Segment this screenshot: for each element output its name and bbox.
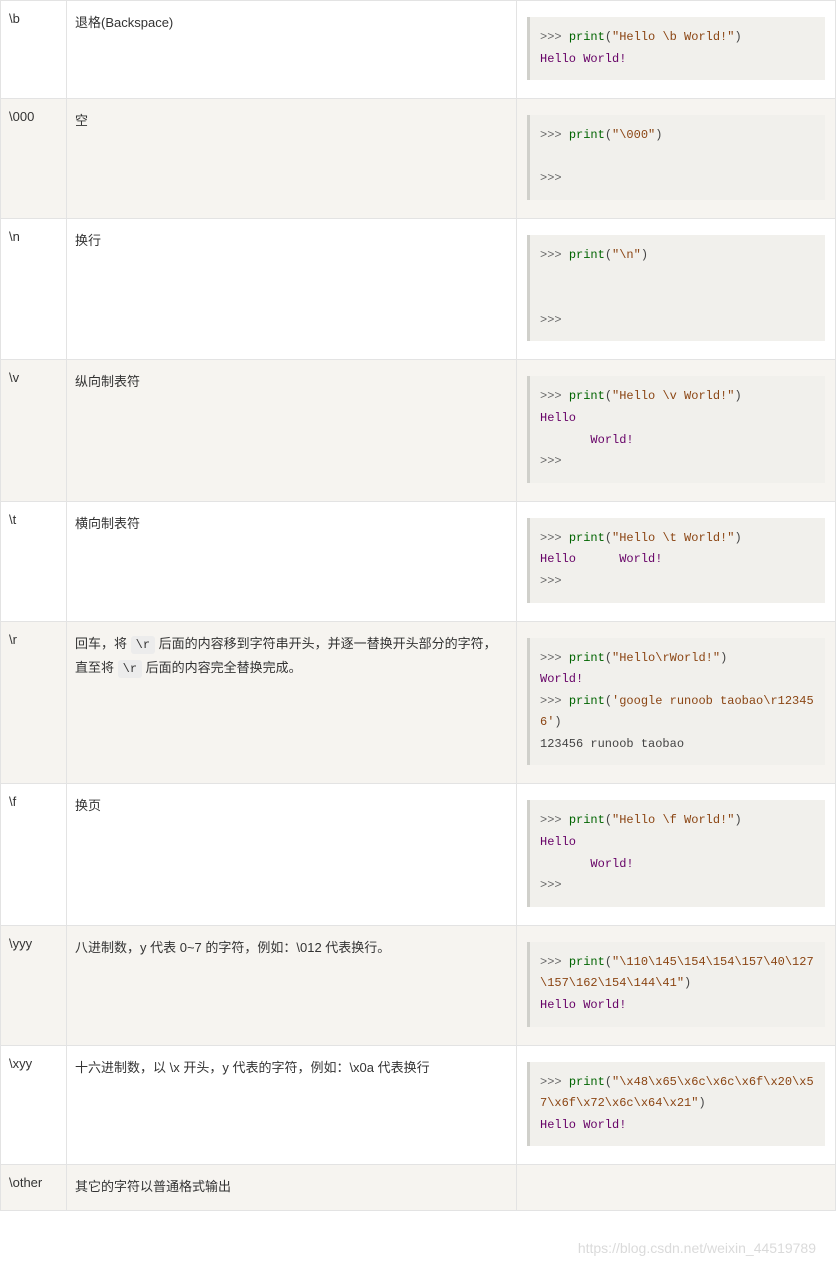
table-row: \yyy 八进制数，y 代表 0~7 的字符，例如：\012 代表换行。 >>> p… bbox=[1, 925, 836, 1045]
table-row: \t 横向制表符 >>> print("Hello \t World!") Hell… bbox=[1, 501, 836, 621]
code-example: >>> print("\n") >>> bbox=[527, 235, 825, 341]
escape-char-cell: \n bbox=[1, 218, 67, 359]
code-example: >>> print("Hello \b World!") Hello World… bbox=[527, 17, 825, 80]
escape-char: \b bbox=[9, 11, 20, 26]
table-row: \b 退格(Backspace) >>> print("Hello \b World… bbox=[1, 1, 836, 99]
description-cell: 回车，将 \r 后面的内容移到字符串开头，并逐一替换开头部分的字符，直至将 \r… bbox=[67, 621, 517, 784]
description-cell: 换行 bbox=[67, 218, 517, 359]
code-example: >>> print("\x48\x65\x6c\x6c\x6f\x20\x57\… bbox=[527, 1062, 825, 1147]
escape-char: \t bbox=[9, 512, 16, 527]
example-cell: >>> print("Hello \b World!") Hello World… bbox=[517, 1, 836, 99]
description-cell: 其它的字符以普通格式输出 bbox=[67, 1165, 517, 1211]
escape-char: \n bbox=[9, 229, 20, 244]
escape-char-cell: \xyy bbox=[1, 1045, 67, 1165]
example-cell: >>> print("\n") >>> bbox=[517, 218, 836, 359]
code-example: >>> print("\000") >>> bbox=[527, 115, 825, 200]
example-cell: >>> print("\x48\x65\x6c\x6c\x6f\x20\x57\… bbox=[517, 1045, 836, 1165]
description-cell: 横向制表符 bbox=[67, 501, 517, 621]
description-cell: 十六进制数，以 \x 开头，y 代表的字符，例如：\x0a 代表换行 bbox=[67, 1045, 517, 1165]
escape-char-cell: \yyy bbox=[1, 925, 67, 1045]
escape-char: \other bbox=[9, 1175, 42, 1190]
description-text: 其它的字符以普通格式输出 bbox=[75, 1175, 508, 1200]
escape-char-cell: \other bbox=[1, 1165, 67, 1211]
escape-char-cell: \f bbox=[1, 784, 67, 925]
description-cell: 八进制数，y 代表 0~7 的字符，例如：\012 代表换行。 bbox=[67, 925, 517, 1045]
description-text: 回车，将 \r 后面的内容移到字符串开头，并逐一替换开头部分的字符，直至将 \r… bbox=[75, 632, 508, 682]
example-cell: >>> print("\000") >>> bbox=[517, 99, 836, 219]
code-example: >>> print("Hello \t World!") Hello World… bbox=[527, 518, 825, 603]
escape-char: \yyy bbox=[9, 936, 32, 951]
escape-char: \xyy bbox=[9, 1056, 32, 1071]
escape-char-cell: \v bbox=[1, 360, 67, 501]
escape-char-cell: \t bbox=[1, 501, 67, 621]
escape-char: \000 bbox=[9, 109, 34, 124]
escape-char-cell: \b bbox=[1, 1, 67, 99]
description-text: 退格(Backspace) bbox=[75, 11, 508, 36]
description-cell: 空 bbox=[67, 99, 517, 219]
escape-char: \r bbox=[9, 632, 17, 647]
escape-char-cell: \000 bbox=[1, 99, 67, 219]
escape-char: \f bbox=[9, 794, 16, 809]
example-cell: >>> print("Hello\rWorld!") World! >>> pr… bbox=[517, 621, 836, 784]
description-text: 换页 bbox=[75, 794, 508, 819]
code-example: >>> print("Hello \v World!") Hello World… bbox=[527, 376, 825, 482]
code-example: >>> print("Hello \f World!") Hello World… bbox=[527, 800, 825, 906]
table-row: \other 其它的字符以普通格式输出 bbox=[1, 1165, 836, 1211]
description-text: 纵向制表符 bbox=[75, 370, 508, 395]
description-cell: 退格(Backspace) bbox=[67, 1, 517, 99]
table-row: \v 纵向制表符 >>> print("Hello \v World!") Hell… bbox=[1, 360, 836, 501]
escape-char-cell: \r bbox=[1, 621, 67, 784]
example-cell bbox=[517, 1165, 836, 1211]
table-row: \000 空 >>> print("\000") >>> bbox=[1, 99, 836, 219]
example-cell: >>> print("Hello \f World!") Hello World… bbox=[517, 784, 836, 925]
watermark-text: https://blog.csdn.net/weixin_44519789 bbox=[578, 1240, 816, 1256]
example-cell: >>> print("\110\145\154\154\157\40\127\1… bbox=[517, 925, 836, 1045]
table-row: \n 换行 >>> print("\n") >>> bbox=[1, 218, 836, 359]
escape-char: \v bbox=[9, 370, 19, 385]
description-cell: 换页 bbox=[67, 784, 517, 925]
example-cell: >>> print("Hello \t World!") Hello World… bbox=[517, 501, 836, 621]
table-row: \xyy 十六进制数，以 \x 开头，y 代表的字符，例如：\x0a 代表换行 >>… bbox=[1, 1045, 836, 1165]
example-cell: >>> print("Hello \v World!") Hello World… bbox=[517, 360, 836, 501]
description-text: 空 bbox=[75, 109, 508, 134]
table-row: \f 换页 >>> print("Hello \f World!") Hello W… bbox=[1, 784, 836, 925]
description-text: 换行 bbox=[75, 229, 508, 254]
code-example: >>> print("\110\145\154\154\157\40\127\1… bbox=[527, 942, 825, 1027]
description-text: 八进制数，y 代表 0~7 的字符，例如：\012 代表换行。 bbox=[75, 936, 508, 961]
escape-sequence-table: \b 退格(Backspace) >>> print("Hello \b World… bbox=[0, 0, 836, 1211]
description-text: 横向制表符 bbox=[75, 512, 508, 537]
description-cell: 纵向制表符 bbox=[67, 360, 517, 501]
table-row: \r 回车，将 \r 后面的内容移到字符串开头，并逐一替换开头部分的字符，直至将 … bbox=[1, 621, 836, 784]
code-example: >>> print("Hello\rWorld!") World! >>> pr… bbox=[527, 638, 825, 766]
description-text: 十六进制数，以 \x 开头，y 代表的字符，例如：\x0a 代表换行 bbox=[75, 1056, 508, 1081]
